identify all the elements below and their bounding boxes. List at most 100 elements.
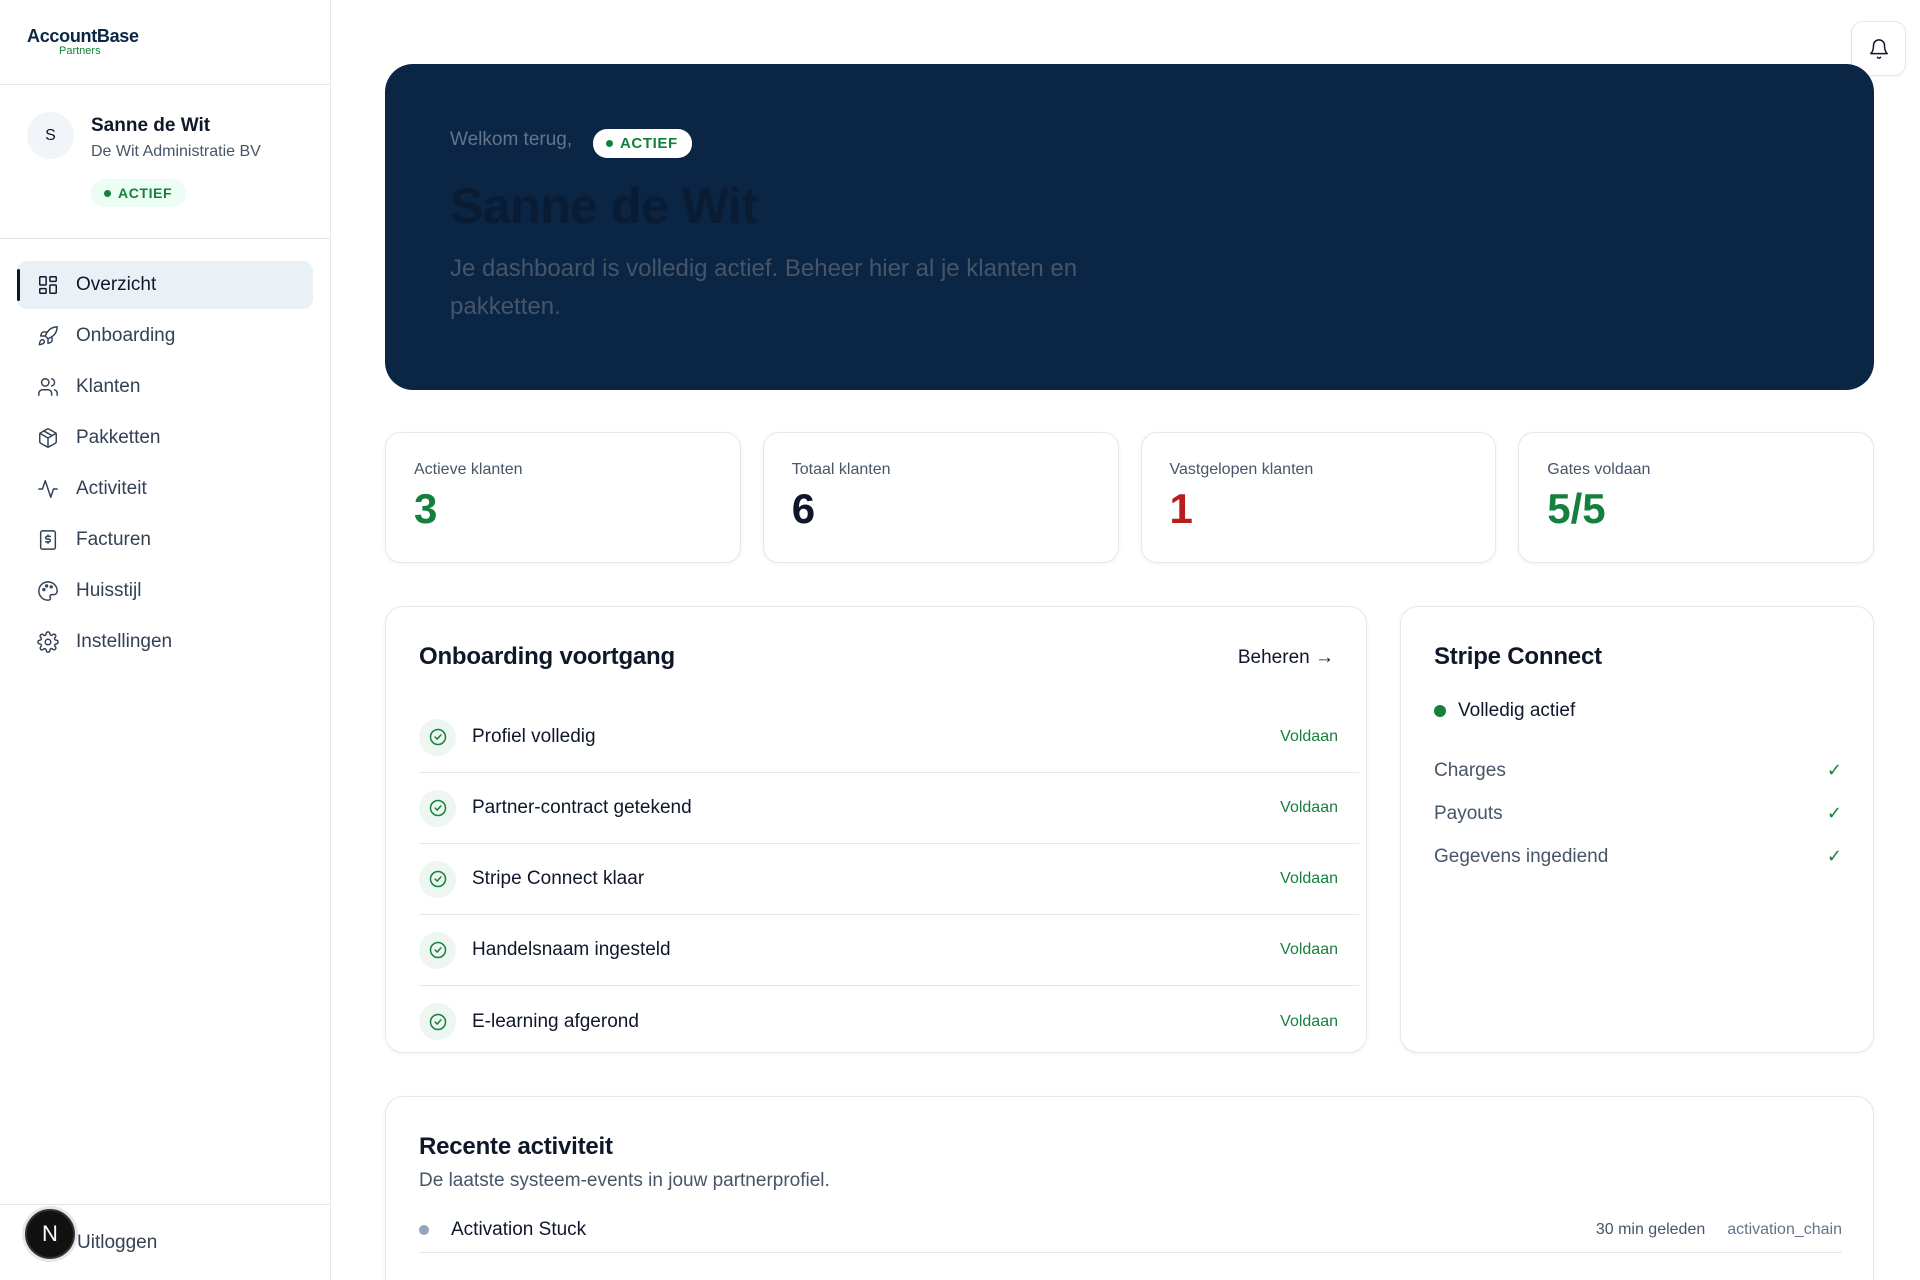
step-status: Voldaan <box>1280 799 1338 816</box>
status-badge-label: ACTIEF <box>118 185 173 201</box>
grid-icon <box>39 276 57 294</box>
list-item: Charges ✓ <box>1434 749 1842 792</box>
sidebar-item-onboarding[interactable]: Onboarding <box>17 312 313 360</box>
manage-link[interactable]: Beheren → <box>1238 647 1334 669</box>
step-label: Stripe Connect klaar <box>472 868 645 889</box>
sidebar: AccountBase Partners S Sanne de Wit De W… <box>0 0 331 1280</box>
list-item: Gegevens ingediend ✓ <box>1434 835 1842 878</box>
check-circle-icon <box>419 860 456 898</box>
onboarding-card: Onboarding voortgang Beheren → Profiel v… <box>385 606 1367 1053</box>
stripe-status: Volledig actief <box>1434 700 1575 722</box>
activity-time: 30 min geleden <box>1595 1220 1706 1238</box>
status-dot <box>104 189 111 197</box>
stat-value: 5/5 <box>1547 485 1606 532</box>
sidebar-item-pakketten[interactable]: Pakketten <box>17 414 313 462</box>
check-circle-icon <box>419 789 456 827</box>
stat-card-total-clients: Totaal klanten 6 <box>762 432 1119 563</box>
sidebar-item-label: Overzicht <box>76 274 157 295</box>
hero-description: Je dashboard is volledig actief. Beheer … <box>450 255 1078 320</box>
sidebar-item-label: Klanten <box>76 376 141 397</box>
sidebar-item-instellingen[interactable]: Instellingen <box>17 618 313 666</box>
stat-label: Actieve klanten <box>414 461 523 478</box>
capability-label: Charges <box>1434 759 1506 781</box>
step-status: Voldaan <box>1280 870 1338 887</box>
step-label: Handelsnaam ingesteld <box>472 939 671 960</box>
check-circle-icon <box>419 1003 456 1040</box>
capability-label: Payouts <box>1434 802 1503 824</box>
check-icon: ✓ <box>1826 803 1842 823</box>
stat-label: Vastgelopen klanten <box>1169 461 1314 478</box>
hero-status-label: ACTIEF <box>620 135 678 152</box>
list-item: E-learning afgerond Voldaan <box>419 986 1359 1057</box>
profile-company: De Wit Administratie BV <box>91 143 261 160</box>
card-title: Recente activiteit <box>419 1133 613 1160</box>
check-circle-icon <box>419 718 456 756</box>
card-title: Onboarding voortgang <box>419 643 675 670</box>
status-dot <box>606 140 613 147</box>
dev-badge[interactable]: N <box>25 1209 75 1259</box>
logout-label: Uitloggen <box>77 1231 158 1253</box>
stat-card-active-clients: Actieve klanten 3 <box>385 432 741 563</box>
activity-icon <box>38 480 58 498</box>
brand-logo[interactable]: AccountBase Partners <box>0 0 330 85</box>
check-circle-icon <box>419 931 456 969</box>
stat-value: 3 <box>414 485 438 532</box>
rocket-icon <box>38 326 58 346</box>
stat-value: 6 <box>791 485 816 532</box>
hero-welcome: Welkom terug, <box>450 129 573 150</box>
sidebar-item-label: Huisstijl <box>76 580 142 601</box>
profile-name: Sanne de Wit <box>91 115 211 136</box>
sidebar-item-overzicht[interactable]: Overzicht <box>17 261 313 309</box>
stat-card-stuck-clients: Vastgelopen klanten 1 <box>1140 432 1497 563</box>
sidebar-nav: Overzicht Onboarding Klanten Pakketten A… <box>0 239 330 666</box>
card-subtitle: De laatste systeem-events in jouw partne… <box>419 1170 830 1191</box>
stripe-connect-card: Stripe Connect Volledig actief Charges ✓… <box>1400 606 1874 1053</box>
activity-title: Activation Stuck <box>451 1218 587 1240</box>
step-label: Profiel volledig <box>472 726 596 747</box>
gear-icon <box>37 631 59 653</box>
sidebar-item-facturen[interactable]: Facturen <box>17 516 313 564</box>
step-status: Voldaan <box>1280 1012 1338 1030</box>
hero-status-badge: ACTIEF <box>593 129 692 158</box>
activity-dot <box>419 1224 429 1235</box>
step-label: Partner-contract getekend <box>472 797 692 818</box>
logout-button[interactable]: N Uitloggen <box>0 1204 331 1280</box>
activity-source: activation_chain <box>1727 1220 1842 1238</box>
avatar: S <box>27 112 74 159</box>
stat-value: 1 <box>1169 485 1193 532</box>
list-item: Partner-contract getekend Voldaan <box>419 773 1359 844</box>
sidebar-item-label: Instellingen <box>76 631 173 652</box>
step-status: Voldaan <box>1280 728 1338 745</box>
sidebar-item-klanten[interactable]: Klanten <box>17 363 313 411</box>
check-icon: ✓ <box>1826 846 1842 866</box>
capability-label: Gegevens ingediend <box>1434 845 1609 867</box>
users-icon <box>38 378 58 396</box>
profile-card: S Sanne de Wit De Wit Administratie BV A… <box>0 85 330 239</box>
sidebar-item-label: Activiteit <box>76 478 147 499</box>
package-icon <box>39 428 57 448</box>
invoice-icon <box>39 530 57 550</box>
step-status: Voldaan <box>1280 941 1338 958</box>
status-badge: ACTIEF <box>91 179 187 207</box>
stat-card-gates: Gates voldaan 5/5 <box>1518 432 1874 563</box>
list-item: Handelsnaam ingesteld Voldaan <box>419 915 1359 986</box>
sidebar-item-activiteit[interactable]: Activiteit <box>17 465 313 513</box>
stripe-capabilities: Charges ✓ Payouts ✓ Gegevens ingediend ✓ <box>1434 749 1842 878</box>
stats-row: Actieve klanten 3 Totaal klanten 6 Vastg… <box>385 432 1874 563</box>
brand-sub: Partners <box>59 45 101 57</box>
brand-name: AccountBase <box>27 26 139 46</box>
sidebar-item-label: Onboarding <box>76 325 176 346</box>
stat-label: Gates voldaan <box>1547 461 1651 478</box>
sidebar-item-huisstijl[interactable]: Huisstijl <box>17 567 313 615</box>
onboarding-steps: Profiel volledig Voldaan Partner-contrac… <box>419 702 1359 1057</box>
card-title: Stripe Connect <box>1434 643 1602 670</box>
status-dot <box>1434 705 1446 717</box>
list-item[interactable]: Activation Stuck 30 min geleden activati… <box>419 1207 1842 1253</box>
list-item: Payouts ✓ <box>1434 792 1842 835</box>
check-icon: ✓ <box>1826 760 1842 780</box>
hero-name: Sanne de Wit <box>450 178 758 234</box>
step-label: E-learning afgerond <box>472 1010 639 1032</box>
list-item: Profiel volledig Voldaan <box>419 702 1359 773</box>
sidebar-item-label: Pakketten <box>76 427 161 448</box>
recent-activity-card: Recente activiteit De laatste systeem-ev… <box>385 1096 1874 1280</box>
